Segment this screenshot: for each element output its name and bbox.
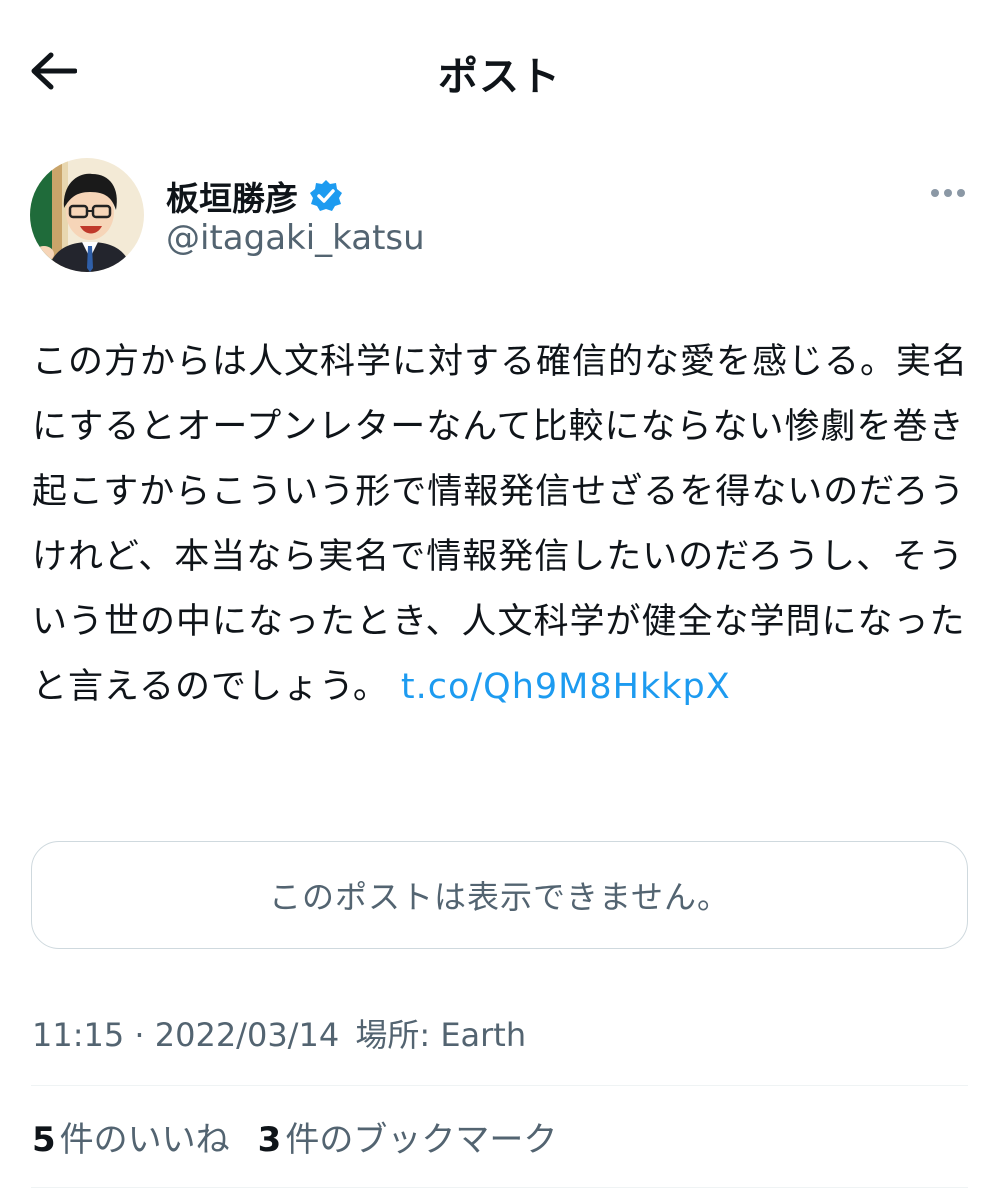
likes-count: 5 [32, 1120, 56, 1160]
avatar[interactable] [30, 158, 144, 272]
post-location[interactable]: Earth [440, 1016, 526, 1054]
page-title: ポスト [438, 54, 561, 100]
more-horizontal-icon [944, 189, 952, 197]
more-horizontal-icon [957, 189, 965, 197]
post-meta: 11:15 · 2022/03/14 場所: Earth [32, 1010, 526, 1056]
user-handle[interactable]: @itagaki_katsu [166, 218, 425, 258]
post-author: 板垣勝彦 @itagaki_katsu [30, 158, 970, 274]
post-time[interactable]: 11:15 [32, 1016, 124, 1054]
display-name[interactable]: 板垣勝彦 [166, 172, 298, 220]
location-label: 場所: [355, 1016, 431, 1054]
divider [31, 1085, 968, 1086]
post-body: この方からは人文科学に対する確信的な愛を感じる。実名にするとオープンレターなんて… [32, 330, 972, 720]
more-horizontal-icon [931, 189, 939, 197]
post-text: この方からは人文科学に対する確信的な愛を感じる。実名にするとオープンレターなんて… [32, 342, 969, 707]
post-date[interactable]: 2022/03/14 [155, 1016, 339, 1054]
engagement-stats: 5 件のいいね 3 件のブックマーク [32, 1112, 557, 1161]
divider [31, 1187, 968, 1188]
post-link[interactable]: t.co/Qh9M8HkkpX [401, 667, 731, 707]
likes-stat[interactable]: 5 件のいいね [32, 1112, 230, 1161]
bookmarks-label: 件のブックマーク [285, 1120, 558, 1160]
bookmarks-count: 3 [257, 1120, 282, 1160]
meta-separator: · [134, 1016, 145, 1054]
likes-label: 件のいいね [59, 1120, 230, 1160]
avatar-illustration [30, 158, 144, 272]
quoted-post-unavailable: このポストは表示できません。 [31, 841, 968, 949]
display-name-row: 板垣勝彦 [166, 172, 344, 220]
more-options-button[interactable] [926, 178, 970, 208]
verified-badge-icon [310, 180, 342, 211]
top-bar: ポスト [0, 0, 999, 140]
bookmarks-stat[interactable]: 3 件のブックマーク [258, 1112, 558, 1161]
